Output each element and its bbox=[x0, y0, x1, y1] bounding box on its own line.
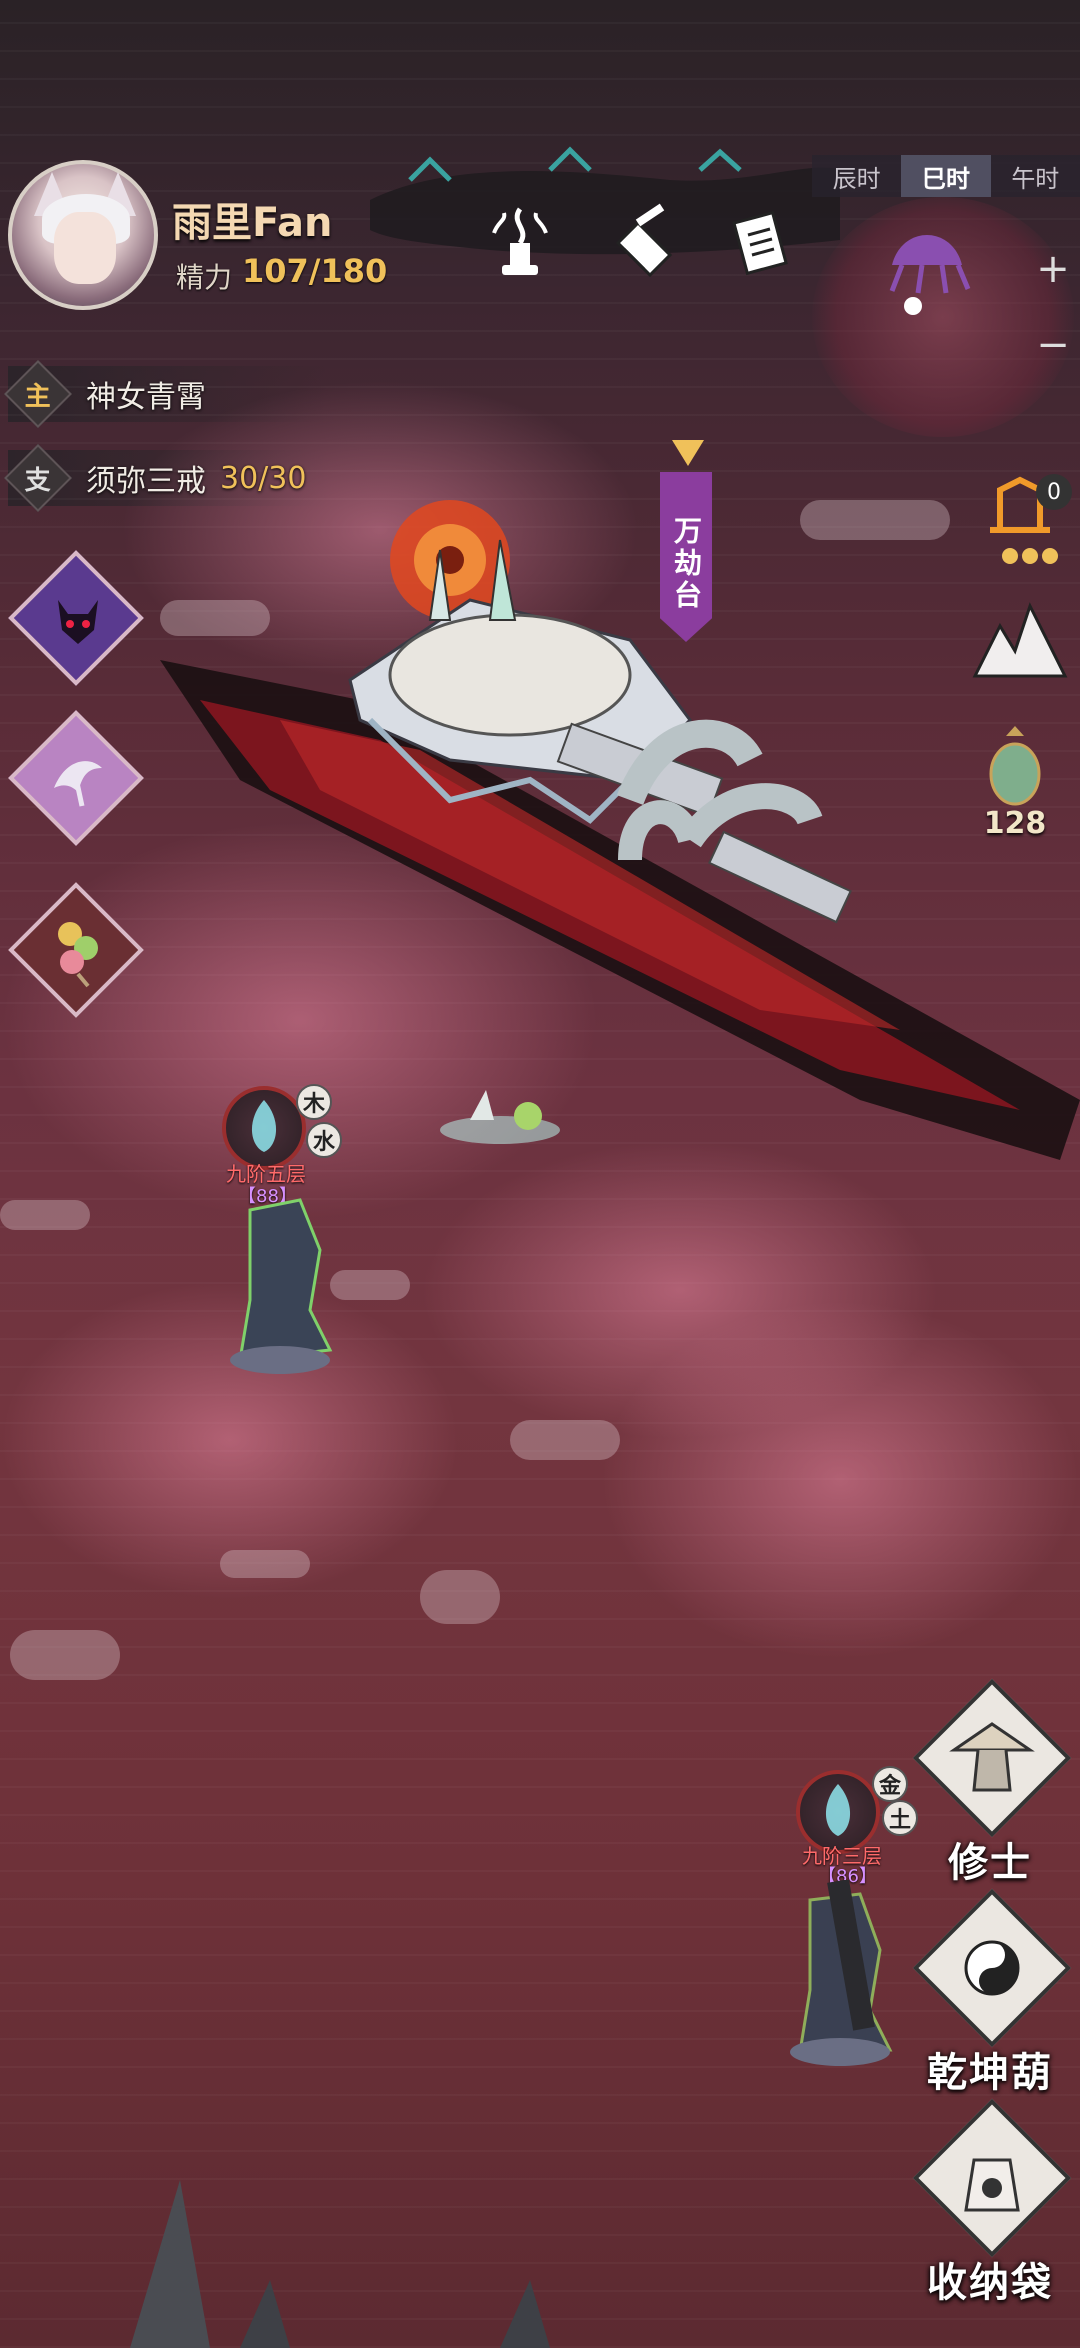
player-party-sprite[interactable] bbox=[430, 1070, 570, 1160]
tab-sishi[interactable]: 巳时 bbox=[901, 155, 991, 197]
scroll-icon[interactable] bbox=[720, 198, 800, 288]
yin-yang-icon bbox=[964, 1940, 1020, 1996]
player-location-dot bbox=[904, 297, 922, 315]
fox-spirit-icon bbox=[54, 761, 102, 807]
npc-element-wood: 木 bbox=[296, 1084, 332, 1120]
small-cloud bbox=[420, 1570, 500, 1624]
zoom-out-button[interactable]: − bbox=[1030, 322, 1076, 368]
skill-dumpling[interactable] bbox=[8, 882, 146, 1020]
cultivator-label: 修士 bbox=[948, 1840, 1032, 1886]
time-of-day-tabs: 辰时 巳时 午时 bbox=[812, 155, 1080, 197]
zoom-in-button[interactable]: + bbox=[1030, 246, 1076, 292]
shovel-icon[interactable] bbox=[600, 198, 680, 288]
storage-bag-button[interactable]: 收纳袋 bbox=[900, 2098, 1080, 2310]
small-cloud bbox=[0, 1200, 90, 1230]
rock-spires bbox=[130, 2180, 550, 2348]
side-quest-title: 须弥三戒 bbox=[86, 464, 206, 499]
energy-label: 精力 bbox=[176, 261, 233, 294]
demon-face-icon bbox=[58, 600, 98, 644]
tab-chenshi[interactable]: 辰时 bbox=[812, 155, 901, 197]
face-decoration bbox=[54, 212, 116, 284]
skill-fox[interactable] bbox=[8, 710, 146, 848]
tab-wushi[interactable]: 午时 bbox=[991, 155, 1080, 197]
cultivator-button[interactable]: 修士 bbox=[900, 1678, 1080, 1890]
npc-warrior-sprite[interactable] bbox=[770, 1880, 920, 2070]
mountain-icon[interactable] bbox=[970, 596, 1070, 696]
small-cloud bbox=[510, 1420, 620, 1460]
npc-element-water: 水 bbox=[306, 1122, 342, 1158]
gourd-count: 128 bbox=[983, 806, 1047, 841]
skill-demon[interactable] bbox=[8, 550, 146, 688]
small-cloud bbox=[10, 1630, 120, 1680]
small-cloud bbox=[160, 600, 270, 636]
minimap[interactable] bbox=[812, 197, 1074, 437]
main-quest-title: 神女青霄 bbox=[86, 380, 206, 415]
player-avatar[interactable] bbox=[8, 160, 158, 310]
spirit-gourd-icon[interactable] bbox=[980, 726, 1050, 810]
small-cloud bbox=[220, 1550, 310, 1578]
pouch-icon bbox=[964, 2158, 1020, 2212]
side-quest-progress: 30/30 bbox=[220, 460, 307, 496]
npc-warrior-sprite[interactable] bbox=[210, 1190, 360, 1380]
side-quest-tag: 支 bbox=[4, 444, 72, 512]
location-name: 万劫台 bbox=[660, 472, 712, 642]
main-quest-tag: 主 bbox=[4, 360, 72, 428]
dango-icon bbox=[58, 922, 98, 988]
energy-value: 107/180 bbox=[242, 252, 388, 290]
player-name: 雨里Fan bbox=[172, 200, 333, 246]
location-marker[interactable]: 万劫台 bbox=[660, 440, 716, 642]
lantern-count-badge: 0 bbox=[1036, 474, 1072, 510]
main-quest[interactable]: 主 神女青霄 bbox=[4, 360, 328, 428]
qiankun-gourd-label: 乾坤葫 bbox=[927, 2050, 1053, 2096]
side-quest[interactable]: 支 须弥三戒 30/30 bbox=[4, 444, 328, 512]
wanjie-platform[interactable] bbox=[330, 420, 910, 1020]
incense-icon[interactable] bbox=[480, 198, 560, 288]
straw-hat-icon bbox=[949, 1722, 1035, 1792]
storage-bag-label: 收纳袋 bbox=[927, 2260, 1053, 2306]
minimap-creature-icon bbox=[889, 235, 971, 294]
pink-cloud bbox=[600, 1300, 1080, 1660]
qiankun-gourd-button[interactable]: 乾坤葫 bbox=[900, 1888, 1080, 2100]
marker-arrow-icon bbox=[672, 440, 704, 466]
